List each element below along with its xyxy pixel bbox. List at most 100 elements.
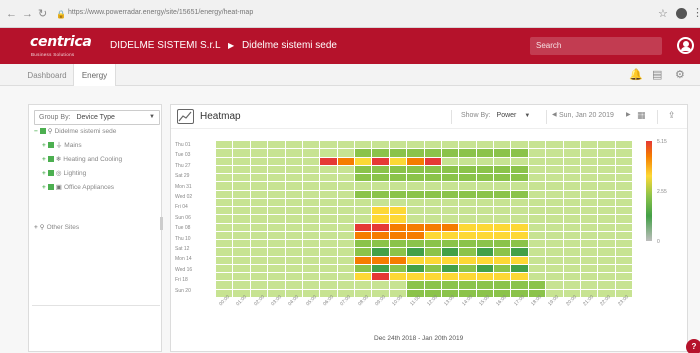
- tree-node-mains[interactable]: + ⏚ Mains: [42, 141, 82, 151]
- heatmap-cell[interactable]: [546, 207, 563, 215]
- heatmap-cell[interactable]: [494, 273, 511, 281]
- gear-icon[interactable]: ⚙: [675, 69, 685, 81]
- heatmap-cell[interactable]: [511, 174, 528, 182]
- heatmap-cell[interactable]: [546, 165, 563, 174]
- heatmap-cell[interactable]: [563, 240, 580, 248]
- heatmap-cell[interactable]: [459, 190, 476, 198]
- heatmap-cell[interactable]: [320, 149, 337, 157]
- heatmap-cell[interactable]: [337, 231, 354, 240]
- heatmap-cell[interactable]: [580, 231, 598, 240]
- heatmap-cell[interactable]: [216, 273, 233, 281]
- heatmap-cell[interactable]: [407, 198, 424, 207]
- heatmap-cell[interactable]: [233, 231, 250, 240]
- heatmap-cell[interactable]: [563, 157, 580, 165]
- heatmap-cell[interactable]: [563, 182, 580, 190]
- heatmap-cell[interactable]: [285, 198, 302, 207]
- heatmap-cell[interactable]: [407, 264, 424, 273]
- heatmap-cell[interactable]: [268, 240, 285, 248]
- heatmap-cell[interactable]: [615, 190, 632, 198]
- heatmap-cell[interactable]: [424, 231, 441, 240]
- breadcrumb-company[interactable]: DIDELME SISTEMI S.r.L: [110, 40, 220, 51]
- heatmap-cell[interactable]: [459, 223, 476, 231]
- heatmap-cell[interactable]: [355, 264, 372, 273]
- heatmap-cell[interactable]: [233, 141, 250, 149]
- heatmap-cell[interactable]: [216, 190, 233, 198]
- heatmap-cell[interactable]: [563, 273, 580, 281]
- heatmap-cell[interactable]: [372, 182, 389, 190]
- heatmap-cell[interactable]: [598, 248, 615, 256]
- heatmap-cell[interactable]: [320, 174, 337, 182]
- heatmap-cell[interactable]: [528, 231, 546, 240]
- heatmap-cell[interactable]: [216, 223, 233, 231]
- heatmap-cell[interactable]: [476, 223, 493, 231]
- heatmap-cell[interactable]: [563, 165, 580, 174]
- heatmap-cell[interactable]: [546, 149, 563, 157]
- user-avatar-icon[interactable]: [677, 37, 694, 54]
- heatmap-cell[interactable]: [320, 190, 337, 198]
- heatmap-cell[interactable]: [459, 264, 476, 273]
- heatmap-cell[interactable]: [285, 223, 302, 231]
- heatmap-cell[interactable]: [372, 207, 389, 215]
- heatmap-cell[interactable]: [250, 141, 268, 149]
- heatmap-cell[interactable]: [355, 141, 372, 149]
- heatmap-cell[interactable]: [250, 182, 268, 190]
- heatmap-cell[interactable]: [441, 281, 459, 289]
- heatmap-cell[interactable]: [355, 207, 372, 215]
- heatmap-cell[interactable]: [459, 281, 476, 289]
- document-icon[interactable]: ▤: [652, 69, 662, 81]
- heatmap-cell[interactable]: [216, 215, 233, 223]
- heatmap-cell[interactable]: [268, 264, 285, 273]
- heatmap-cell[interactable]: [372, 165, 389, 174]
- heatmap-cell[interactable]: [337, 174, 354, 182]
- heatmap-cell[interactable]: [233, 248, 250, 256]
- heatmap-cell[interactable]: [511, 182, 528, 190]
- heatmap-cell[interactable]: [216, 231, 233, 240]
- heatmap-cell[interactable]: [476, 248, 493, 256]
- heatmap-cell[interactable]: [268, 207, 285, 215]
- heatmap-cell[interactable]: [285, 149, 302, 157]
- heatmap-cell[interactable]: [476, 215, 493, 223]
- heatmap-cell[interactable]: [389, 264, 407, 273]
- heatmap-cell[interactable]: [459, 174, 476, 182]
- heatmap-cell[interactable]: [337, 149, 354, 157]
- heatmap-cell[interactable]: [233, 198, 250, 207]
- heatmap-cell[interactable]: [233, 207, 250, 215]
- heatmap-cell[interactable]: [441, 165, 459, 174]
- heatmap-cell[interactable]: [285, 273, 302, 281]
- heatmap-cell[interactable]: [528, 240, 546, 248]
- heatmap-cell[interactable]: [511, 281, 528, 289]
- heatmap-cell[interactable]: [546, 157, 563, 165]
- heatmap-cell[interactable]: [389, 281, 407, 289]
- heatmap-cell[interactable]: [389, 190, 407, 198]
- heatmap-cell[interactable]: [476, 207, 493, 215]
- heatmap-cell[interactable]: [302, 256, 320, 264]
- heatmap-cell[interactable]: [216, 281, 233, 289]
- heatmap-cell[interactable]: [615, 182, 632, 190]
- heatmap-cell[interactable]: [511, 256, 528, 264]
- heatmap-cell[interactable]: [459, 182, 476, 190]
- heatmap-cell[interactable]: [302, 281, 320, 289]
- heatmap-cell[interactable]: [615, 141, 632, 149]
- tree-node-other-sites[interactable]: + ⚲ Other Sites: [34, 223, 79, 233]
- heatmap-cell[interactable]: [337, 264, 354, 273]
- heatmap-cell[interactable]: [216, 240, 233, 248]
- heatmap-cell[interactable]: [511, 198, 528, 207]
- tab-dashboard[interactable]: Dashboard: [22, 64, 72, 86]
- heatmap-cell[interactable]: [424, 240, 441, 248]
- heatmap-cell[interactable]: [476, 190, 493, 198]
- heatmap-cell[interactable]: [476, 149, 493, 157]
- heatmap-cell[interactable]: [476, 256, 493, 264]
- tab-energy[interactable]: Energy: [73, 64, 116, 86]
- heatmap-cell[interactable]: [615, 223, 632, 231]
- heatmap-cell[interactable]: [459, 198, 476, 207]
- heatmap-cell[interactable]: [528, 174, 546, 182]
- heatmap-cell[interactable]: [407, 182, 424, 190]
- heatmap-cell[interactable]: [615, 256, 632, 264]
- heatmap-cell[interactable]: [563, 174, 580, 182]
- calendar-icon[interactable]: ▦: [637, 110, 646, 121]
- heatmap-cell[interactable]: [285, 174, 302, 182]
- heatmap-cell[interactable]: [337, 190, 354, 198]
- heatmap-cell[interactable]: [528, 149, 546, 157]
- heatmap-cell[interactable]: [355, 281, 372, 289]
- heatmap-cell[interactable]: [233, 182, 250, 190]
